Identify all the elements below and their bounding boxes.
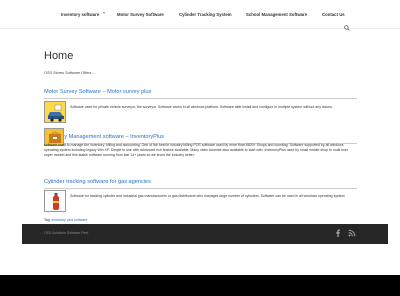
footer: OSS Solutions Software Peet: [22, 224, 388, 244]
product-card-cylinder: Cylinder tracking software for gas agenc…: [44, 179, 357, 189]
card-description: Software used for private vehicle survey…: [70, 105, 333, 109]
nav-item-school-management-software[interactable]: School Management Software: [246, 12, 307, 17]
card-title-link[interactable]: Motor Survey Software – Motor survey plu…: [44, 89, 357, 95]
divider: [44, 98, 357, 99]
card-title-link[interactable]: Inventory Management software – Inventor…: [44, 134, 357, 140]
nav-item-cylinder-tracking-system[interactable]: Cylinder Tracking System: [179, 12, 232, 17]
card-description: Software for tracking cylinder and indus…: [70, 194, 345, 198]
footer-copyright: OSS Solutions Software Peet: [44, 231, 89, 235]
breadcrumb: OSS Stores Software Offers :-: [44, 71, 95, 75]
card-title-link[interactable]: Cylinder tracking software for gas agenc…: [44, 179, 357, 185]
card-description: software used to manage the inventory, b…: [44, 143, 349, 157]
tag-link[interactable]: inventory plus software: [52, 218, 88, 222]
nav-item-inventory-software[interactable]: Inventory software ▼: [61, 11, 106, 17]
product-card-motor-survey: Motor Survey Software – Motor survey plu…: [44, 89, 357, 99]
nav-item-contact-us[interactable]: Contact Us: [322, 12, 345, 17]
facebook-icon[interactable]: [334, 229, 342, 237]
rss-icon[interactable]: [348, 229, 356, 237]
motor-survey-thumbnail[interactable]: [44, 101, 66, 123]
nav-item-motor-survey-software[interactable]: Motor Survey Software: [117, 12, 164, 17]
page-title: Home: [44, 50, 74, 62]
car-icon: [45, 102, 65, 122]
cylinder-thumbnail[interactable]: [44, 190, 66, 212]
dropdown-caret-icon: ▼: [102, 11, 106, 15]
top-navigation: Inventory software ▼ Motor Survey Softwar…: [0, 0, 400, 29]
divider: [44, 188, 357, 189]
search-icon[interactable]: [344, 25, 350, 31]
post-tags: Tag: inventory plus software: [44, 218, 87, 222]
tags-label: Tag:: [44, 218, 51, 222]
gas-cylinder-icon: [45, 191, 65, 211]
bottom-bar: [0, 275, 400, 296]
